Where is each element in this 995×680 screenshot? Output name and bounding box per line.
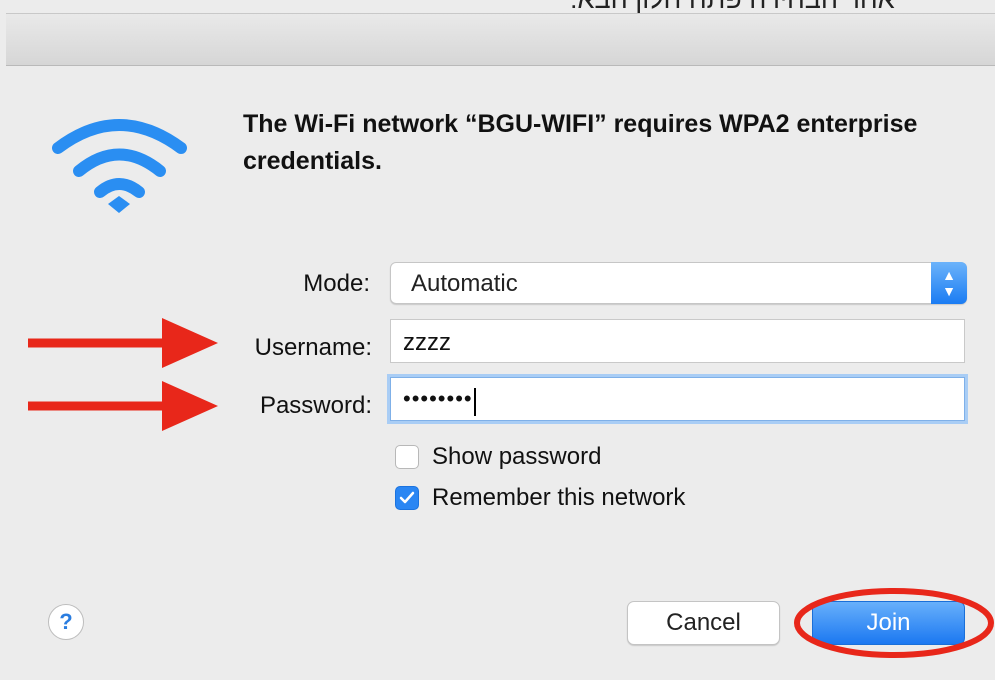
dialog-message: The Wi-Fi network “BGU-WIFI” requires WP… xyxy=(243,110,918,175)
show-password-label[interactable]: Show password xyxy=(432,443,601,471)
mode-value: Automatic xyxy=(411,270,518,297)
mode-label: Mode: xyxy=(303,270,370,297)
mode-select[interactable]: Automatic ▲ ▼ xyxy=(390,262,967,304)
join-button[interactable]: Join xyxy=(812,601,965,645)
password-field[interactable]: •••••••• xyxy=(390,377,965,421)
remember-network-label[interactable]: Remember this network xyxy=(432,484,685,512)
wifi-icon xyxy=(52,119,187,213)
show-password-checkbox[interactable] xyxy=(395,445,419,469)
dialog-titlebar xyxy=(6,13,995,66)
help-button[interactable]: ? xyxy=(48,604,84,640)
password-value: •••••••• xyxy=(403,386,473,411)
username-value: zzzz xyxy=(403,329,451,356)
username-label: Username: xyxy=(254,334,372,361)
password-label: Password: xyxy=(259,392,372,419)
username-field[interactable]: zzzz xyxy=(390,319,965,363)
cancel-button[interactable]: Cancel xyxy=(627,601,780,645)
remember-network-checkbox[interactable] xyxy=(395,486,419,510)
text-caret xyxy=(473,387,476,416)
chevron-updown-icon: ▲ ▼ xyxy=(931,262,967,304)
checkmark-icon xyxy=(399,491,415,504)
